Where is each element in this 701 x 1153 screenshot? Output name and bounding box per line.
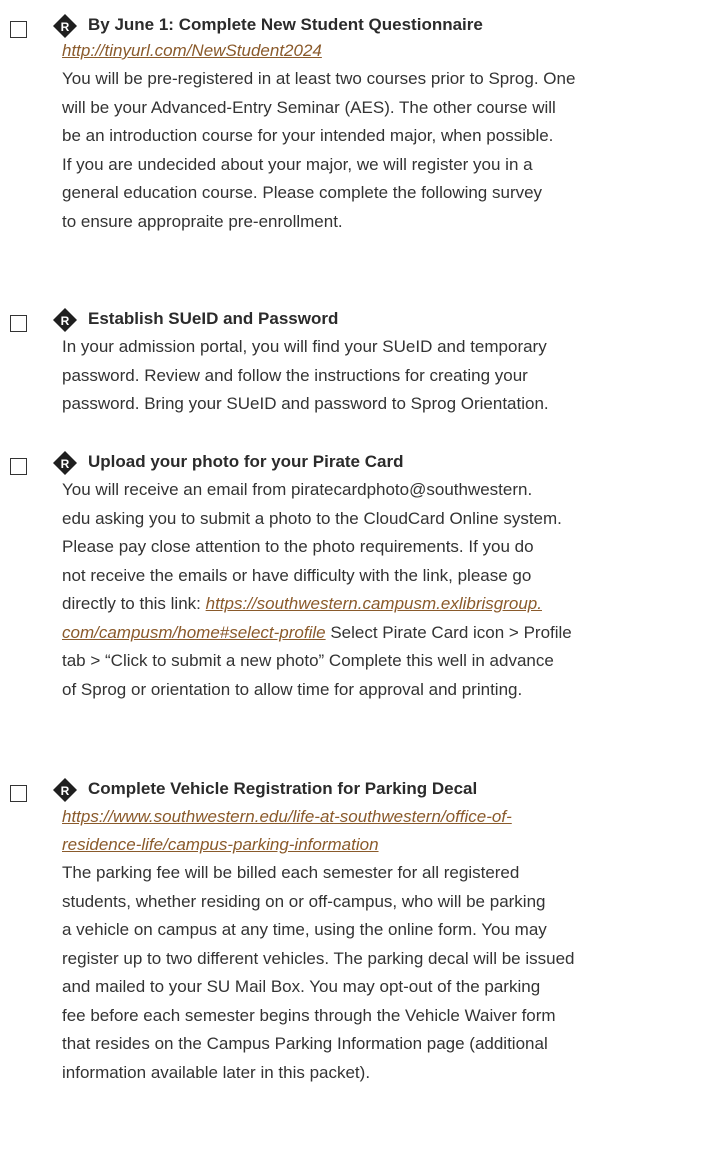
body-line: that resides on the Campus Parking Infor…: [62, 1034, 548, 1053]
checklist-page: R By June 1: Complete New Student Questi…: [0, 0, 701, 1153]
body-line: register up to two different vehicles. T…: [62, 948, 575, 968]
item-title: Establish SUeID and Password: [88, 309, 339, 328]
parking-link-cont[interactable]: residence-life/campus-parking-informatio…: [62, 831, 701, 859]
body-line: and mailed to your SU Mail Box. You may …: [62, 977, 541, 996]
checkbox[interactable]: [10, 21, 27, 38]
campusm-link-cont[interactable]: com/campusm/home#select-profile: [62, 623, 326, 642]
body-line: information available later in this pack…: [62, 1062, 371, 1082]
link-prefix: directly to this link:: [62, 594, 206, 613]
body-line: In your admission portal, you will find …: [62, 337, 547, 356]
required-badge-icon: R: [52, 307, 78, 333]
parking-link[interactable]: https://www.southwestern.edu/life-at-sou…: [62, 803, 701, 831]
body-line-with-link: com/campusm/home#select-profile Select P…: [62, 619, 701, 648]
body-line: will be your Advanced-Entry Seminar (AES…: [62, 97, 556, 117]
svg-text:R: R: [61, 314, 70, 328]
body-line: be an introduction course for your inten…: [62, 126, 554, 145]
body-line: The parking fee will be billed each seme…: [62, 863, 520, 882]
body-line: Please pay close attention to the photo …: [62, 537, 534, 556]
link-suffix: Select Pirate Card icon > Profile: [325, 622, 572, 642]
body-line: tab > “Click to submit a new photo” Comp…: [62, 651, 554, 670]
body-line: general education course. Please complet…: [62, 183, 543, 202]
questionnaire-link[interactable]: http://tinyurl.com/NewStudent2024: [62, 37, 701, 65]
required-badge-icon: R: [52, 777, 78, 803]
body-line: of Sprog or orientation to allow time fo…: [62, 679, 523, 699]
body-line: You will receive an email from piratecar…: [62, 480, 533, 499]
item-title: Upload your photo for your Pirate Card: [88, 452, 404, 471]
body-line: not receive the emails or have difficult…: [62, 565, 532, 585]
item-title: Complete Vehicle Registration for Parkin…: [88, 779, 478, 798]
body-line: students, whether residing on or off-cam…: [62, 891, 546, 911]
body-line: fee before each semester begins through …: [62, 1005, 556, 1025]
required-badge-icon: R: [52, 450, 78, 476]
body-line: to ensure appropraite pre-enrollment.: [62, 211, 343, 231]
body-line-with-link: directly to this link: https://southwest…: [62, 590, 701, 619]
checkbox[interactable]: [10, 785, 27, 802]
checkbox[interactable]: [10, 458, 27, 475]
body-line: password. Review and follow the instruct…: [62, 365, 528, 385]
campusm-link[interactable]: https://southwestern.campusm.exlibrisgro…: [206, 594, 542, 613]
checkbox[interactable]: [10, 315, 27, 332]
item-title: By June 1: Complete New Student Question…: [88, 15, 483, 34]
body-line: If you are undecided about your major, w…: [62, 154, 533, 174]
body-line: a vehicle on campus at any time, using t…: [62, 920, 547, 939]
svg-text:R: R: [61, 457, 70, 471]
body-line: edu asking you to submit a photo to the …: [62, 508, 562, 528]
body-line: password. Bring your SUeID and password …: [62, 394, 549, 413]
required-badge-icon: R: [52, 13, 78, 39]
svg-text:R: R: [61, 784, 70, 798]
svg-text:R: R: [61, 20, 70, 34]
body-line: You will be pre-registered in at least t…: [62, 69, 576, 88]
